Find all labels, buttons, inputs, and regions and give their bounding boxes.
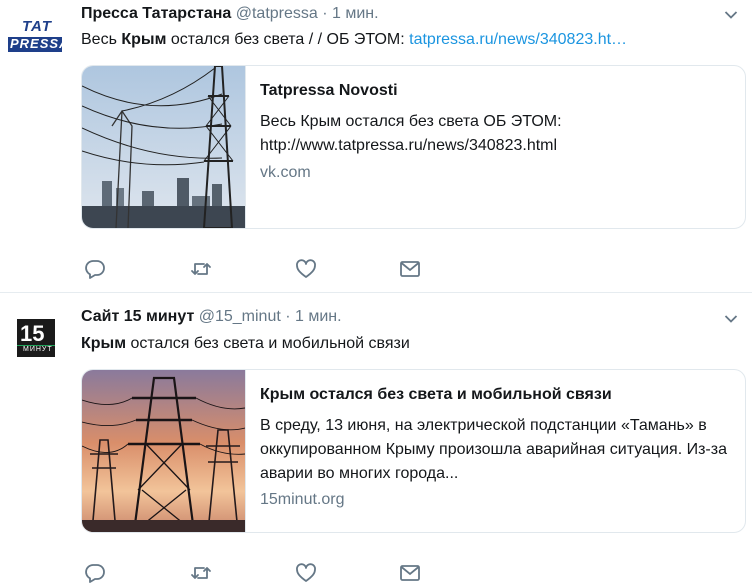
avatar[interactable]: 15 МИНУТ [17,319,55,357]
reply-icon[interactable] [84,562,106,584]
like-icon[interactable] [295,562,317,584]
tweet-actions [84,562,464,584]
direct-message-icon[interactable] [399,562,421,584]
tweet-timestamp[interactable]: · 1 мин. [285,308,341,325]
card-thumbnail [82,370,246,532]
author-handle[interactable]: @15_minut [199,308,281,325]
tweet-header: Сайт 15 минут @15_minut · 1 мин. [81,308,342,326]
link-card[interactable]: Крым остался без света и мобильной связи… [81,369,746,533]
card-description: В среду, 13 июня, на электрической подст… [260,417,727,482]
card-title: Крым остался без света и мобильной связи [260,386,612,403]
retweet-icon[interactable] [190,562,212,584]
author-name[interactable]: Сайт 15 минут [81,308,194,325]
card-domain: 15minut.org [260,491,345,508]
tweet-text: Крым остался без света и мобильной связи [81,335,410,352]
tweet-item[interactable]: 15 МИНУТ Сайт 15 минут @15_minut · 1 мин… [0,0,752,587]
chevron-down-icon[interactable] [724,312,738,326]
hashtag-bold: Крым [81,335,127,352]
